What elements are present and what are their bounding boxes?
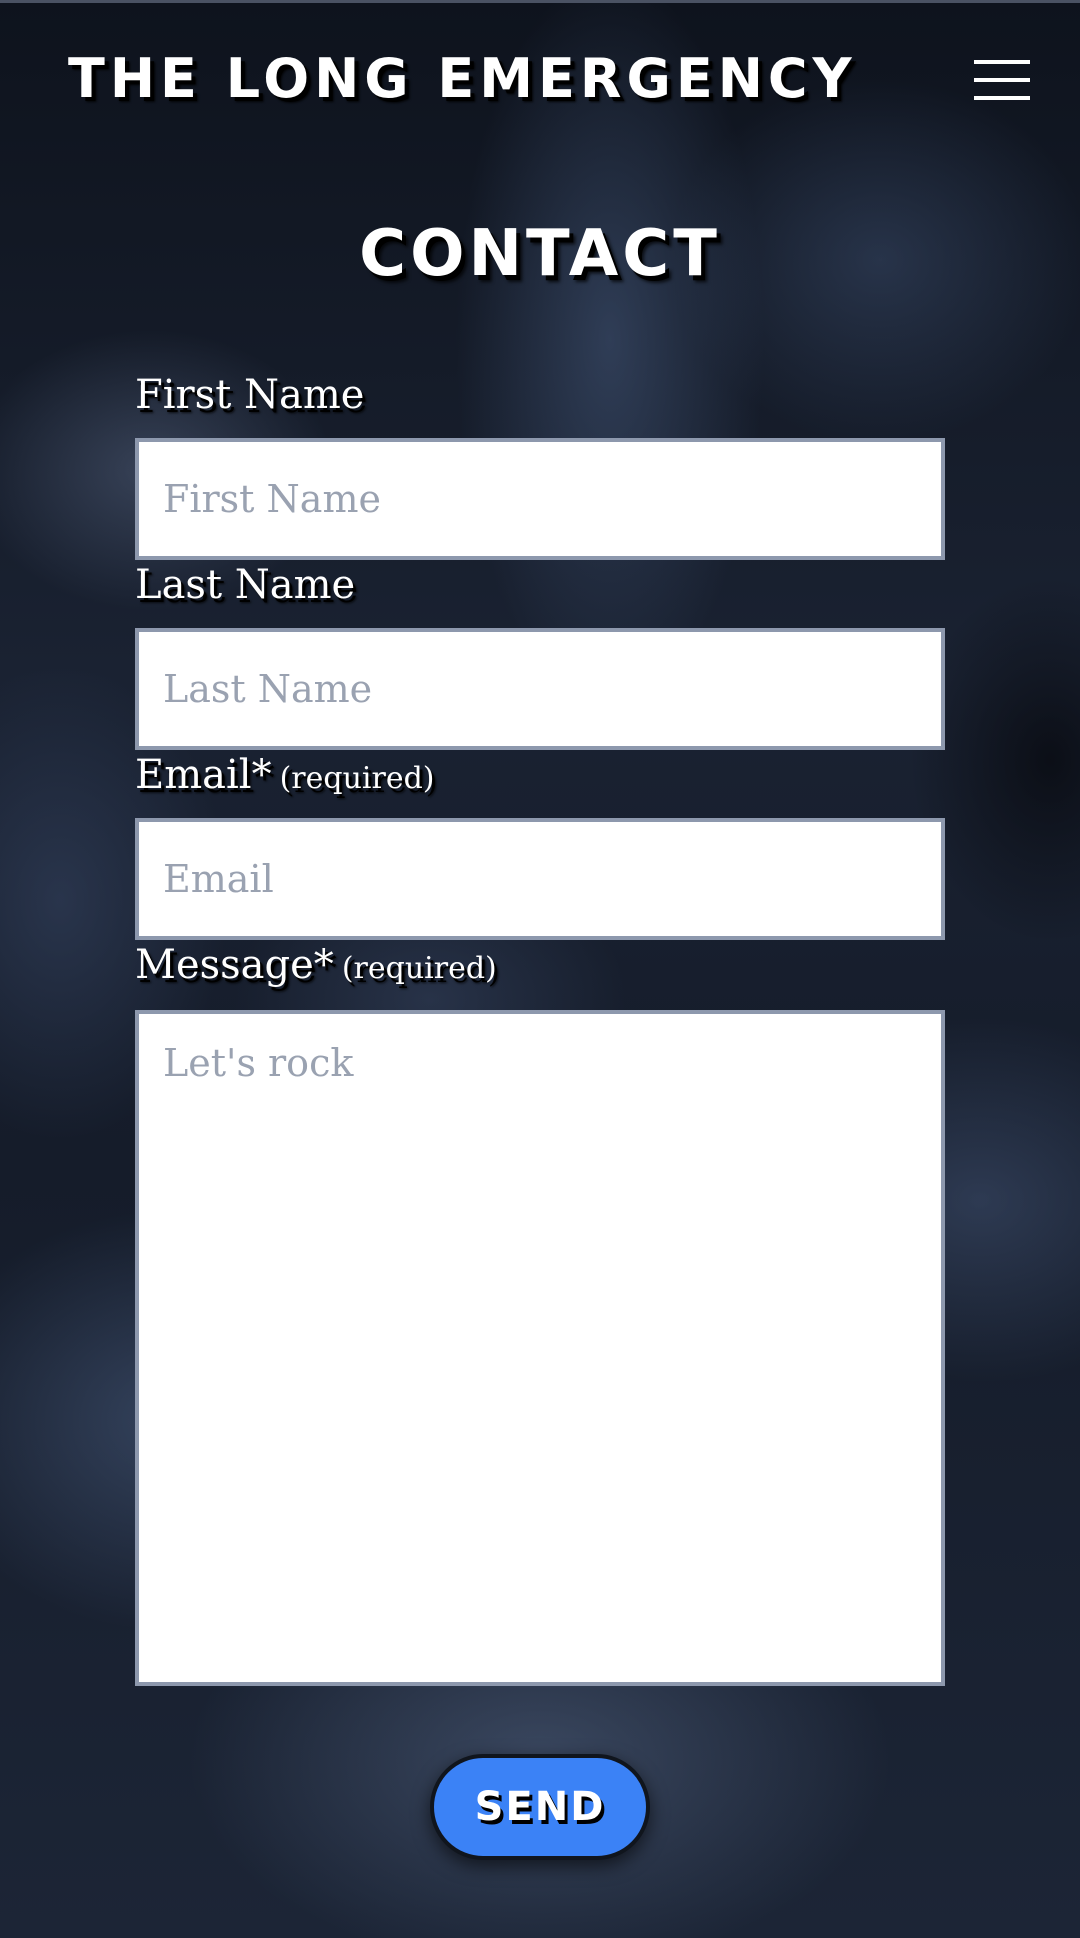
message-label: Message* (required) (135, 940, 497, 994)
message-label-text: Message* (135, 942, 334, 988)
hamburger-menu-icon-bar (974, 78, 1030, 82)
hamburger-menu-icon-bar (974, 96, 1030, 100)
site-title[interactable]: THE LONG EMERGENCY (68, 44, 857, 114)
last-name-label: Last Name (135, 562, 356, 608)
email-required-note: (required) (279, 761, 435, 796)
message-textarea[interactable] (135, 1010, 945, 1686)
email-label-text: Email* (135, 752, 272, 798)
page-title: CONTACT (359, 217, 721, 291)
email-label: Email* (required) (135, 750, 434, 804)
hamburger-menu-button[interactable] (972, 56, 1032, 104)
send-button[interactable]: SEND (430, 1754, 650, 1860)
site-header: THE LONG EMERGENCY (0, 0, 1080, 160)
last-name-input[interactable] (135, 628, 945, 750)
message-required-note: (required) (341, 951, 497, 986)
first-name-label: First Name (135, 372, 365, 418)
first-name-input[interactable] (135, 438, 945, 560)
email-input[interactable] (135, 818, 945, 940)
hamburger-menu-icon (974, 60, 1030, 64)
